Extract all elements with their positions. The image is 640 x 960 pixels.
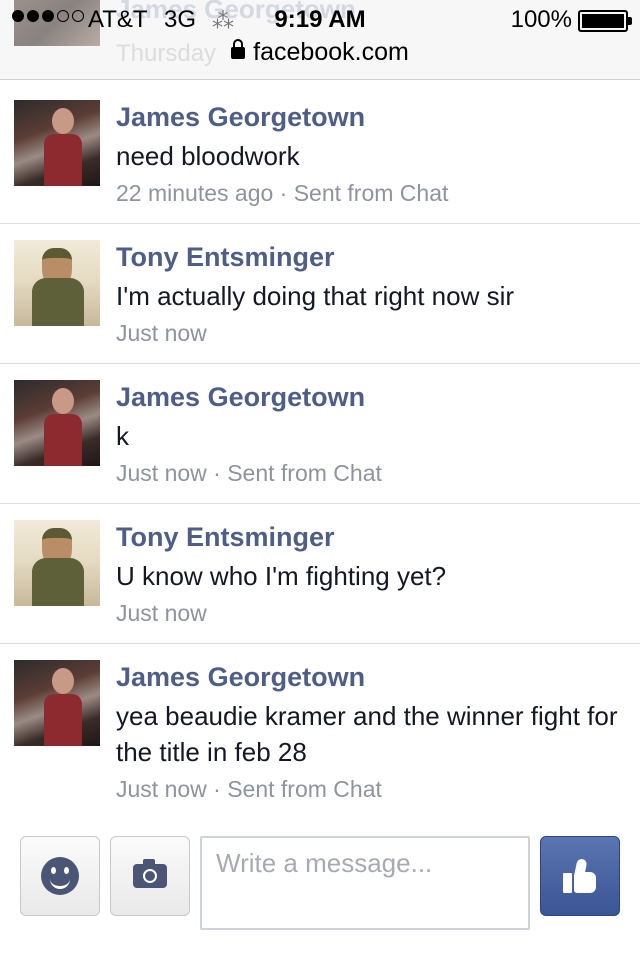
message-meta: Just now · Sent from Chat (116, 776, 382, 802)
message-text: need bloodwork (116, 141, 300, 171)
address-bar[interactable]: facebook.com (0, 38, 640, 67)
avatar[interactable] (14, 100, 100, 186)
message-meta: Just now · Sent from Chat (116, 460, 382, 486)
message-text: yea beaudie kramer and the winner fight … (116, 701, 618, 767)
smiley-icon (41, 857, 79, 895)
message-text: I'm actually doing that right now sir (116, 281, 515, 311)
camera-icon (133, 859, 167, 888)
status-bar: James Georgetown Thursday AT&T 3G ⁂ 9:19… (0, 0, 640, 80)
avatar[interactable] (14, 380, 100, 466)
sender-name[interactable]: James Georgetown (116, 382, 365, 413)
like-button[interactable] (540, 836, 620, 916)
sender-name[interactable]: James Georgetown (116, 102, 365, 133)
message-item: James Georgetown yea beaudie kramer and … (0, 644, 640, 820)
battery-icon (578, 10, 632, 32)
message-item: Tony Entsminger U know who I'm fighting … (0, 504, 640, 644)
message-thread: James Georgetown need bloodwork 22 minut… (0, 84, 640, 820)
sender-name[interactable]: Tony Entsminger (116, 242, 335, 273)
avatar[interactable] (14, 660, 100, 746)
message-meta: 22 minutes ago · Sent from Chat (116, 180, 449, 206)
message-meta: Just now (116, 320, 207, 346)
message-item: James Georgetown k Just now · Sent from … (0, 364, 640, 504)
lock-icon (231, 39, 246, 59)
sender-name[interactable]: James Georgetown (116, 662, 365, 693)
thumbs-up-icon (563, 858, 597, 893)
url-text: facebook.com (253, 38, 409, 66)
message-input[interactable] (200, 836, 530, 930)
avatar[interactable] (14, 240, 100, 326)
message-item: James Georgetown need bloodwork 22 minut… (0, 84, 640, 224)
message-meta: Just now (116, 600, 207, 626)
avatar[interactable] (14, 520, 100, 606)
photo-button[interactable] (110, 836, 190, 916)
message-composer (0, 820, 640, 960)
battery-percentage: 100% (510, 6, 572, 33)
message-text: U know who I'm fighting yet? (116, 561, 447, 591)
message-item: Tony Entsminger I'm actually doing that … (0, 224, 640, 364)
sender-name[interactable]: Tony Entsminger (116, 522, 335, 553)
emoji-button[interactable] (20, 836, 100, 916)
message-text: k (116, 421, 129, 451)
